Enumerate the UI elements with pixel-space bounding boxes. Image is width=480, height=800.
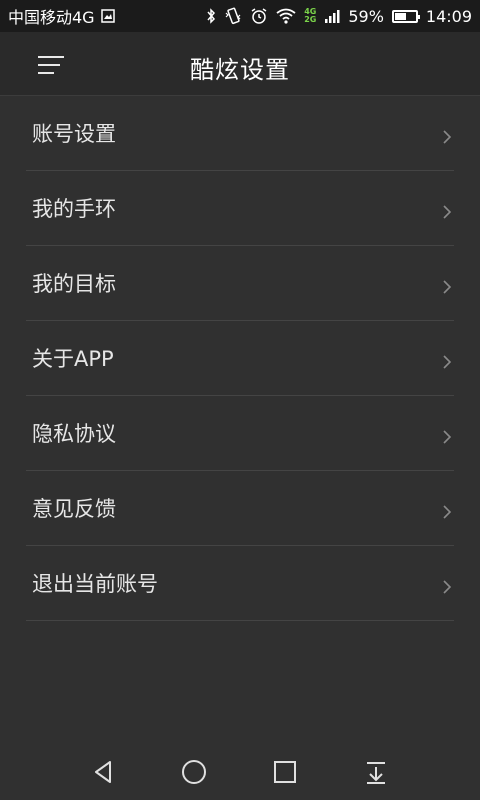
settings-list: 账号设置我的手环我的目标关于APP 隐私协议意见反馈退出当前账号 [26, 96, 454, 621]
network-badge-bottom: 2G [304, 15, 317, 24]
bluetooth-icon [206, 8, 216, 24]
notification-pull-button[interactable] [358, 756, 394, 788]
home-icon [182, 760, 206, 784]
settings-item-label: 我的手环 [32, 197, 116, 221]
settings-item[interactable]: 我的目标 [26, 246, 454, 321]
settings-item-label: 意见反馈 [32, 497, 116, 521]
settings-item-label: 隐私协议 [32, 422, 116, 446]
image-icon [100, 9, 115, 23]
page-title: 酷炫设置 [190, 56, 290, 84]
chevron-right-icon [443, 130, 452, 144]
chevron-right-icon [443, 430, 452, 444]
status-right: 4G 2G 59% 14:09 [206, 7, 480, 26]
carrier-label: 中国移动4G [8, 8, 95, 27]
settings-item[interactable]: 意见反馈 [26, 471, 454, 546]
battery-icon [391, 9, 420, 23]
clock: 14:09 [425, 6, 472, 26]
chevron-right-icon [443, 280, 452, 294]
settings-item-label: 退出当前账号 [32, 572, 158, 596]
title-bar: 酷炫设置 [0, 32, 480, 96]
chevron-right-icon [443, 580, 452, 594]
settings-item[interactable]: 退出当前账号 [26, 546, 454, 621]
recents-button[interactable] [267, 756, 303, 788]
settings-item-label: 我的目标 [32, 272, 116, 296]
chevron-right-icon [443, 355, 452, 369]
back-icon [95, 761, 111, 783]
signal-icon [324, 8, 340, 24]
chevron-right-icon [443, 205, 452, 219]
settings-item[interactable]: 隐私协议 [26, 396, 454, 471]
settings-item-label: 账号设置 [32, 122, 116, 146]
wifi-icon [276, 8, 296, 24]
notification-pull-icon [367, 762, 385, 784]
alarm-icon [250, 7, 268, 25]
battery-percent: 59% [348, 6, 384, 26]
chevron-right-icon [443, 505, 452, 519]
back-button[interactable] [86, 756, 122, 788]
battery-fill [394, 12, 406, 20]
settings-item[interactable]: 账号设置 [26, 96, 454, 171]
status-left: 中国移动4G [0, 4, 115, 28]
navigation-bar [0, 744, 480, 800]
settings-item[interactable]: 我的手环 [26, 171, 454, 246]
network-type-badge: 4G 2G [304, 8, 316, 24]
home-button[interactable] [176, 756, 212, 788]
vibrate-icon [224, 7, 242, 25]
settings-item[interactable]: 关于APP [26, 321, 454, 396]
recents-icon [274, 761, 296, 783]
status-bar: 中国移动4G 4G 2G 59% 14:09 [0, 0, 480, 32]
settings-item-label: 关于APP [32, 347, 114, 371]
